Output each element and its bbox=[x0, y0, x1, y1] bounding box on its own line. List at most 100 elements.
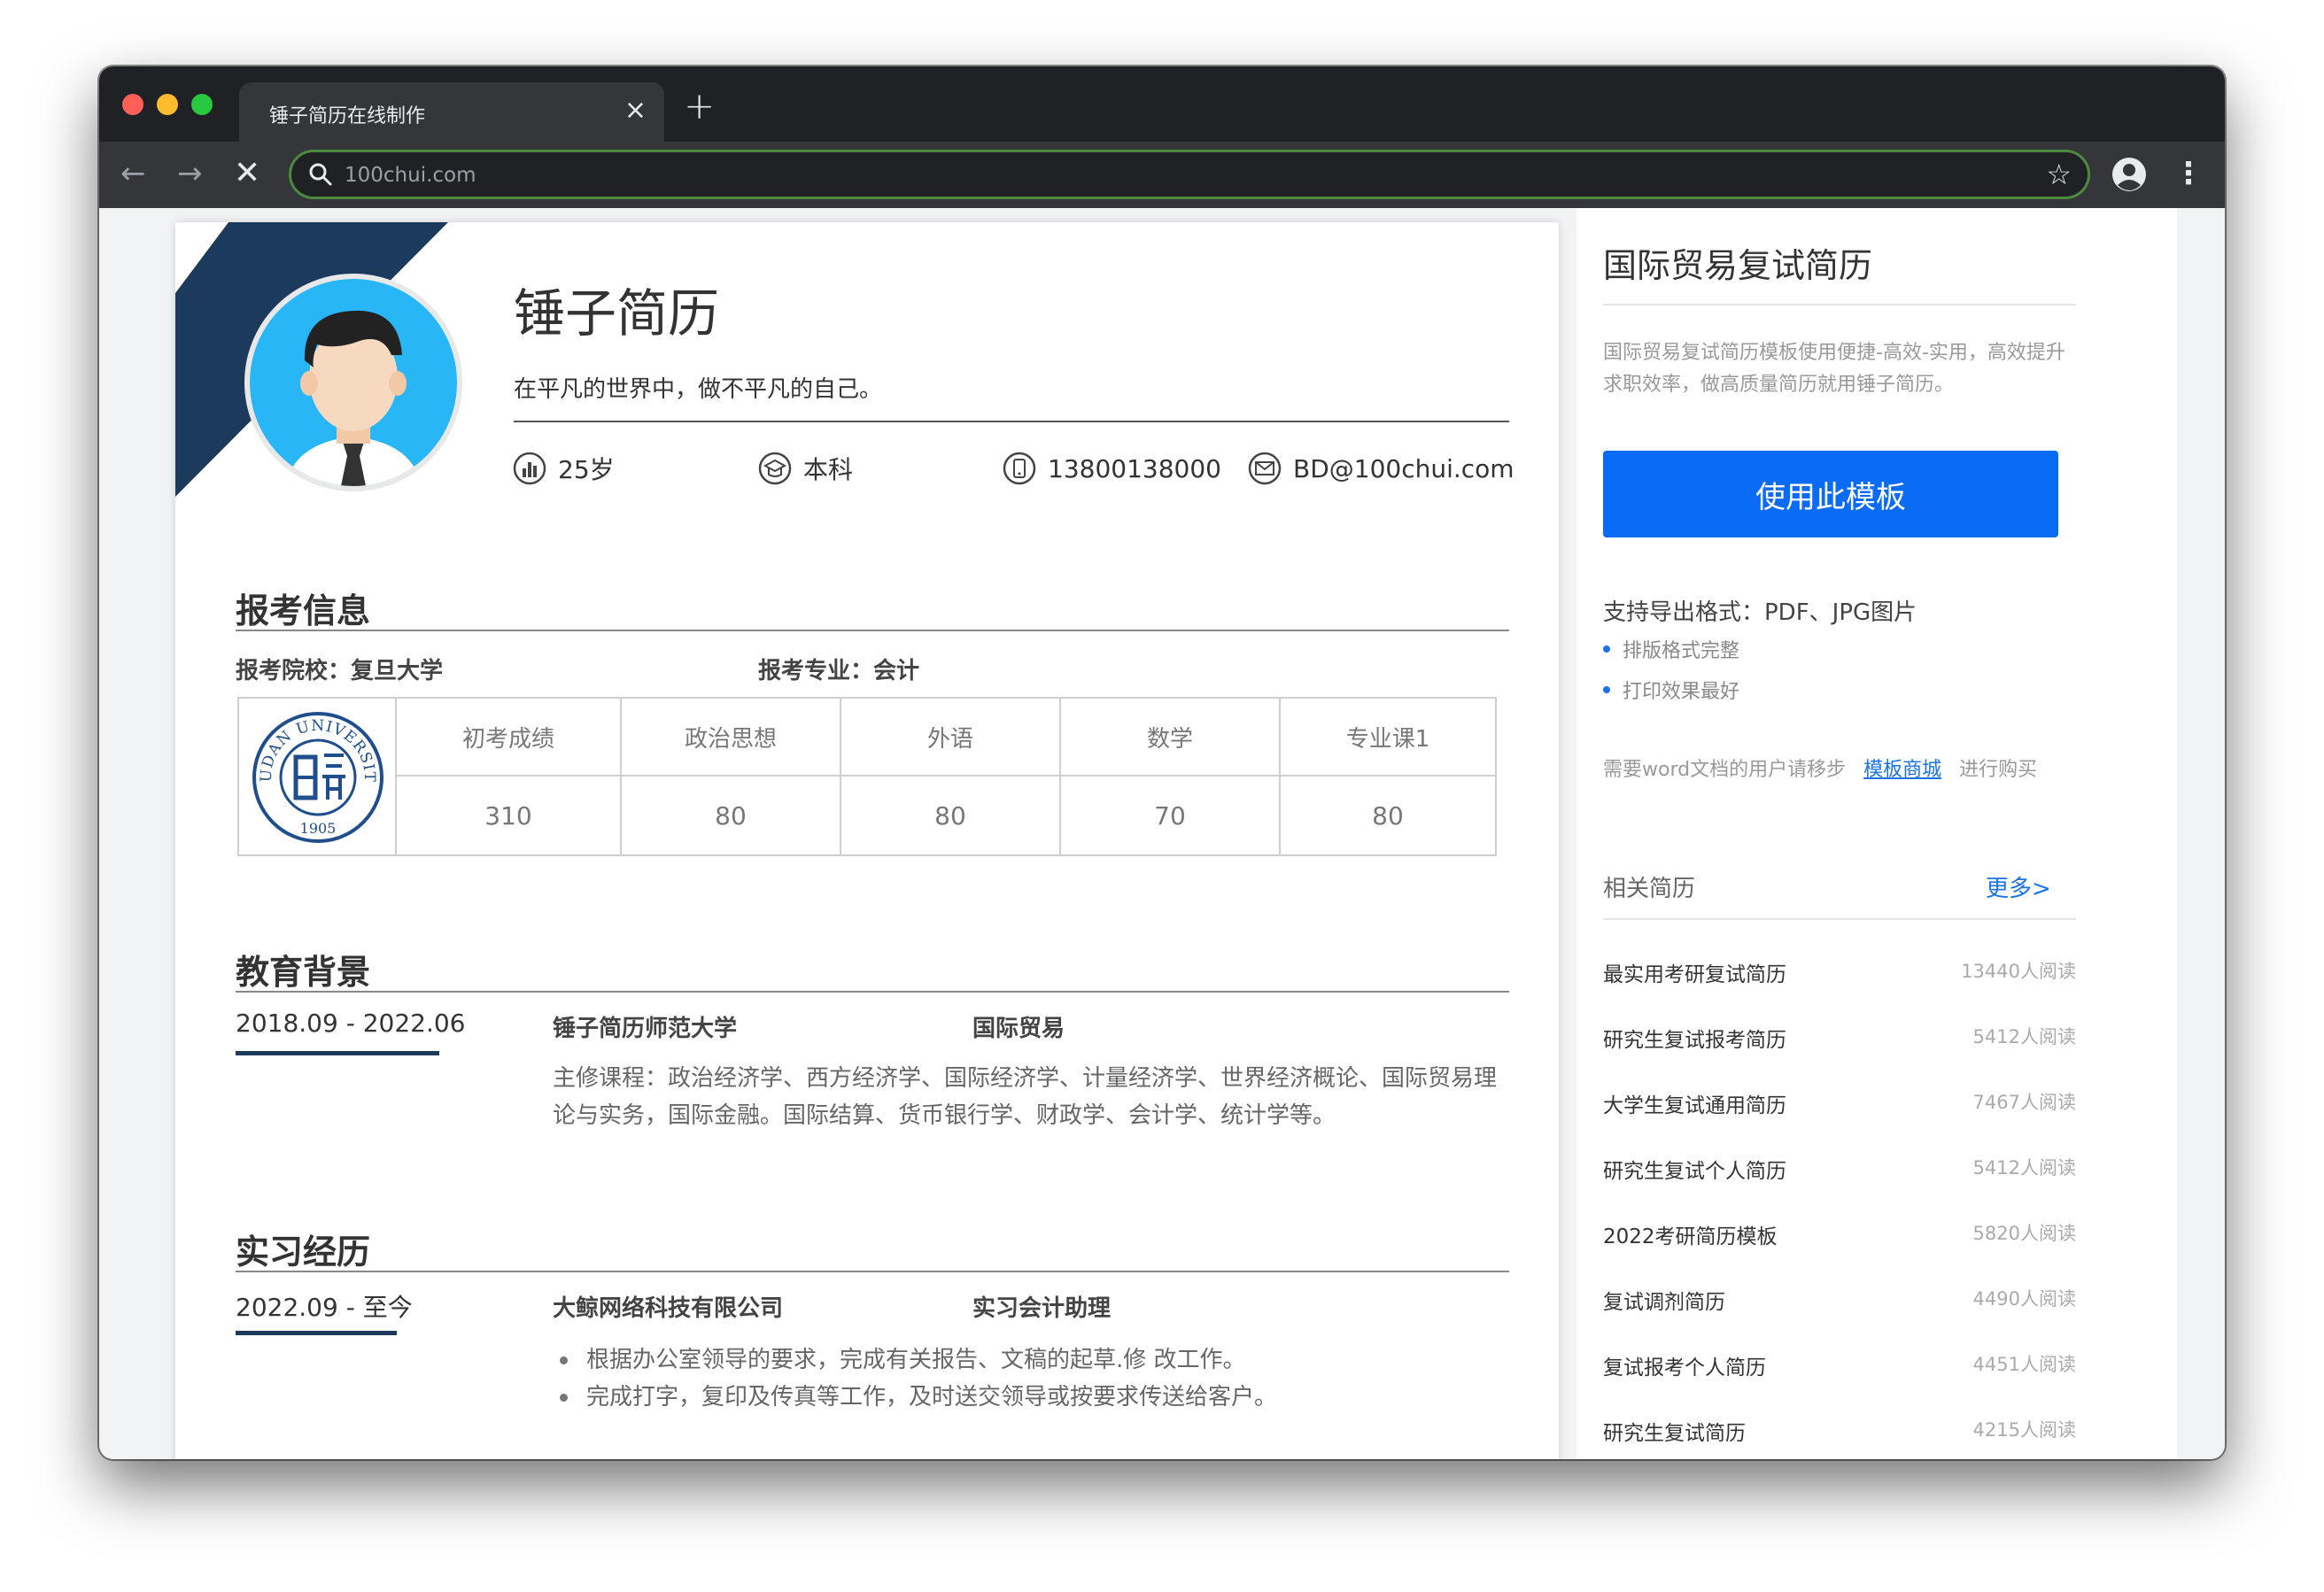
related-item-count: 7467人阅读 bbox=[1972, 1092, 2076, 1113]
exam-major: 报考专业：会计 bbox=[758, 658, 920, 684]
page-content: 锤子简历 在平凡的世界中，做不平凡的自己。 25岁 本科 13800138000… bbox=[99, 208, 2225, 1459]
related-item[interactable]: 研究生复试简历 4215人阅读 bbox=[1603, 1416, 2076, 1451]
education-date-underline bbox=[236, 1051, 439, 1055]
fudan-seal-logo: FUDAN UNIVERSITY 1905 bbox=[252, 711, 383, 843]
resume-motto: 在平凡的世界中，做不平凡的自己。 bbox=[514, 376, 883, 403]
related-item-title[interactable]: 研究生复试简历 bbox=[1603, 1416, 1746, 1446]
internship-divider bbox=[236, 1271, 1509, 1272]
education-courses: 主修课程：政治经济学、西方经济学、国际经济学、计量经济学、世界经济概论、国际贸易… bbox=[553, 1065, 1498, 1129]
template-sidebar: 国际贸易复试简历 国际贸易复试简历模板使用便捷-高效-实用，高效提升求职效率，做… bbox=[1576, 208, 2177, 1459]
related-item-title[interactable]: 研究生复试个人简历 bbox=[1603, 1154, 1786, 1184]
template-description: 国际贸易复试简历模板使用便捷-高效-实用，高效提升求职效率，做高质量简历就用锤子… bbox=[1603, 342, 2065, 396]
related-item-count: 13440人阅读 bbox=[1961, 961, 2076, 982]
exam-school: 报考院校：复旦大学 bbox=[236, 658, 444, 684]
score-value: 310 bbox=[484, 800, 532, 831]
email-text: BD@100chui.com bbox=[1293, 453, 1514, 483]
related-item-title[interactable]: 研究生复试报考简历 bbox=[1603, 1023, 1786, 1053]
info-email: BD@100chui.com bbox=[1247, 449, 1514, 488]
education-icon bbox=[758, 452, 792, 485]
related-divider bbox=[1603, 918, 2076, 920]
related-item-title[interactable]: 最实用考研复试简历 bbox=[1603, 957, 1786, 987]
url-text[interactable]: 100chui.com bbox=[345, 164, 476, 187]
related-item[interactable]: 研究生复试个人简历 5412人阅读 bbox=[1603, 1154, 2076, 1189]
stop-loading-icon[interactable]: ✕ bbox=[234, 156, 260, 191]
feature-text: 打印效果最好 bbox=[1623, 681, 1740, 703]
browser-menu-icon[interactable]: ⋮ bbox=[2173, 158, 2204, 189]
phone-text: 13800138000 bbox=[1048, 453, 1221, 483]
word-note-prefix: 需要word文档的用户请移步 bbox=[1603, 759, 1847, 781]
browser-tab[interactable]: 锤子简历在线制作 × bbox=[239, 82, 664, 142]
internship-date: 2022.09 - 至今 bbox=[236, 1293, 413, 1322]
more-link[interactable]: 更多> bbox=[1986, 870, 2051, 903]
mail-icon bbox=[1248, 452, 1282, 485]
exam-divider bbox=[236, 630, 1509, 631]
tab-close-icon[interactable]: × bbox=[624, 95, 647, 127]
browser-titlebar: 锤子简历在线制作 × + bbox=[99, 66, 2225, 142]
template-store-link[interactable]: 模板商城 bbox=[1863, 759, 1941, 781]
seal-cell: FUDAN UNIVERSITY 1905 bbox=[239, 699, 397, 854]
section-title-internship: 实习经历 bbox=[236, 1233, 371, 1271]
word-doc-note: 需要word文档的用户请移步 模板商城 进行购买 bbox=[1603, 753, 2037, 782]
education-divider bbox=[236, 991, 1509, 993]
related-item[interactable]: 复试报考个人简历 4451人阅读 bbox=[1603, 1350, 2076, 1386]
header-divider bbox=[514, 421, 1509, 422]
new-tab-button[interactable]: + bbox=[684, 88, 715, 125]
related-item[interactable]: 复试调剂简历 4490人阅读 bbox=[1603, 1285, 2076, 1320]
resume-name: 锤子简历 bbox=[514, 283, 720, 344]
score-label: 外语 bbox=[841, 699, 1059, 777]
chart-icon bbox=[513, 452, 546, 485]
section-title-exam: 报考信息 bbox=[236, 591, 371, 630]
related-item-count: 5412人阅读 bbox=[1972, 1157, 2076, 1179]
related-item[interactable]: 大学生复试通用简历 7467人阅读 bbox=[1603, 1088, 2076, 1124]
education-school: 锤子简历师范大学 bbox=[553, 1016, 738, 1042]
feature-text: 排版格式完整 bbox=[1623, 640, 1740, 662]
forward-arrow-icon[interactable]: → bbox=[177, 156, 203, 191]
education-major: 国际贸易 bbox=[972, 1016, 1065, 1042]
related-item[interactable]: 2022考研简历模板 5820人阅读 bbox=[1603, 1219, 2076, 1255]
duty-item: 根据办公室领导的要求，完成有关报告、文稿的起草.修 改工作。 bbox=[553, 1341, 1509, 1379]
score-value: 80 bbox=[934, 800, 966, 831]
education-date: 2018.09 - 2022.06 bbox=[236, 1009, 466, 1038]
browser-window: 锤子简历在线制作 × + ← → ✕ 100chui.com ☆ ⋮ 锤子简历 … bbox=[99, 66, 2225, 1459]
address-bar[interactable]: 100chui.com ☆ bbox=[289, 150, 2090, 199]
section-title-education: 教育背景 bbox=[236, 953, 371, 992]
back-arrow-icon[interactable]: ← bbox=[120, 156, 146, 191]
browser-toolbar: ← → ✕ 100chui.com ☆ ⋮ bbox=[99, 142, 2225, 208]
related-item-title[interactable]: 复试报考个人简历 bbox=[1603, 1350, 1766, 1380]
profile-avatar-icon[interactable] bbox=[2111, 157, 2147, 192]
score-label: 初考成绩 bbox=[397, 699, 620, 777]
related-item-title[interactable]: 大学生复试通用简历 bbox=[1603, 1088, 1786, 1118]
internship-company: 大鲸网络科技有限公司 bbox=[553, 1295, 784, 1322]
related-item-title[interactable]: 复试调剂简历 bbox=[1603, 1285, 1725, 1315]
internship-role: 实习会计助理 bbox=[972, 1295, 1112, 1322]
score-col-major1: 专业课1 80 bbox=[1281, 699, 1495, 854]
template-title: 国际贸易复试简历 bbox=[1603, 246, 1873, 285]
score-col-math: 数学 70 bbox=[1061, 699, 1281, 854]
related-item[interactable]: 研究生复试报考简历 5412人阅读 bbox=[1603, 1023, 2076, 1058]
degree-text: 本科 bbox=[803, 455, 854, 484]
avatar bbox=[244, 274, 462, 491]
resume-preview: 锤子简历 在平凡的世界中，做不平凡的自己。 25岁 本科 13800138000… bbox=[175, 222, 1559, 1459]
related-item-count: 5820人阅读 bbox=[1972, 1223, 2076, 1244]
related-item-title[interactable]: 2022考研简历模板 bbox=[1603, 1219, 1778, 1249]
word-note-suffix: 进行购买 bbox=[1959, 759, 2038, 781]
bullet-dot-icon bbox=[1603, 686, 1610, 693]
close-window-button[interactable] bbox=[122, 94, 143, 115]
feature-item: 排版格式完整 bbox=[1603, 635, 1739, 663]
use-template-button[interactable]: 使用此模板 bbox=[1603, 451, 2058, 537]
minimize-window-button[interactable] bbox=[157, 94, 178, 115]
related-item[interactable]: 最实用考研复试简历 13440人阅读 bbox=[1603, 957, 2076, 993]
info-degree: 本科 bbox=[757, 449, 853, 488]
bookmark-star-icon[interactable]: ☆ bbox=[2046, 158, 2072, 191]
score-value: 80 bbox=[715, 800, 747, 831]
info-phone: 13800138000 bbox=[1002, 449, 1221, 488]
internship-duties: 根据办公室领导的要求，完成有关报告、文稿的起草.修 改工作。 完成打字，复印及传… bbox=[553, 1341, 1509, 1416]
maximize-window-button[interactable] bbox=[191, 94, 213, 115]
score-col-initial: 初考成绩 310 bbox=[397, 699, 622, 854]
related-resumes-title: 相关简历 bbox=[1603, 876, 1696, 902]
related-item-count: 4451人阅读 bbox=[1972, 1354, 2076, 1375]
tab-title: 锤子简历在线制作 bbox=[269, 105, 426, 128]
sidebar-divider bbox=[1603, 304, 2076, 305]
score-label: 政治思想 bbox=[622, 699, 840, 777]
related-item-count: 4490人阅读 bbox=[1972, 1288, 2076, 1310]
